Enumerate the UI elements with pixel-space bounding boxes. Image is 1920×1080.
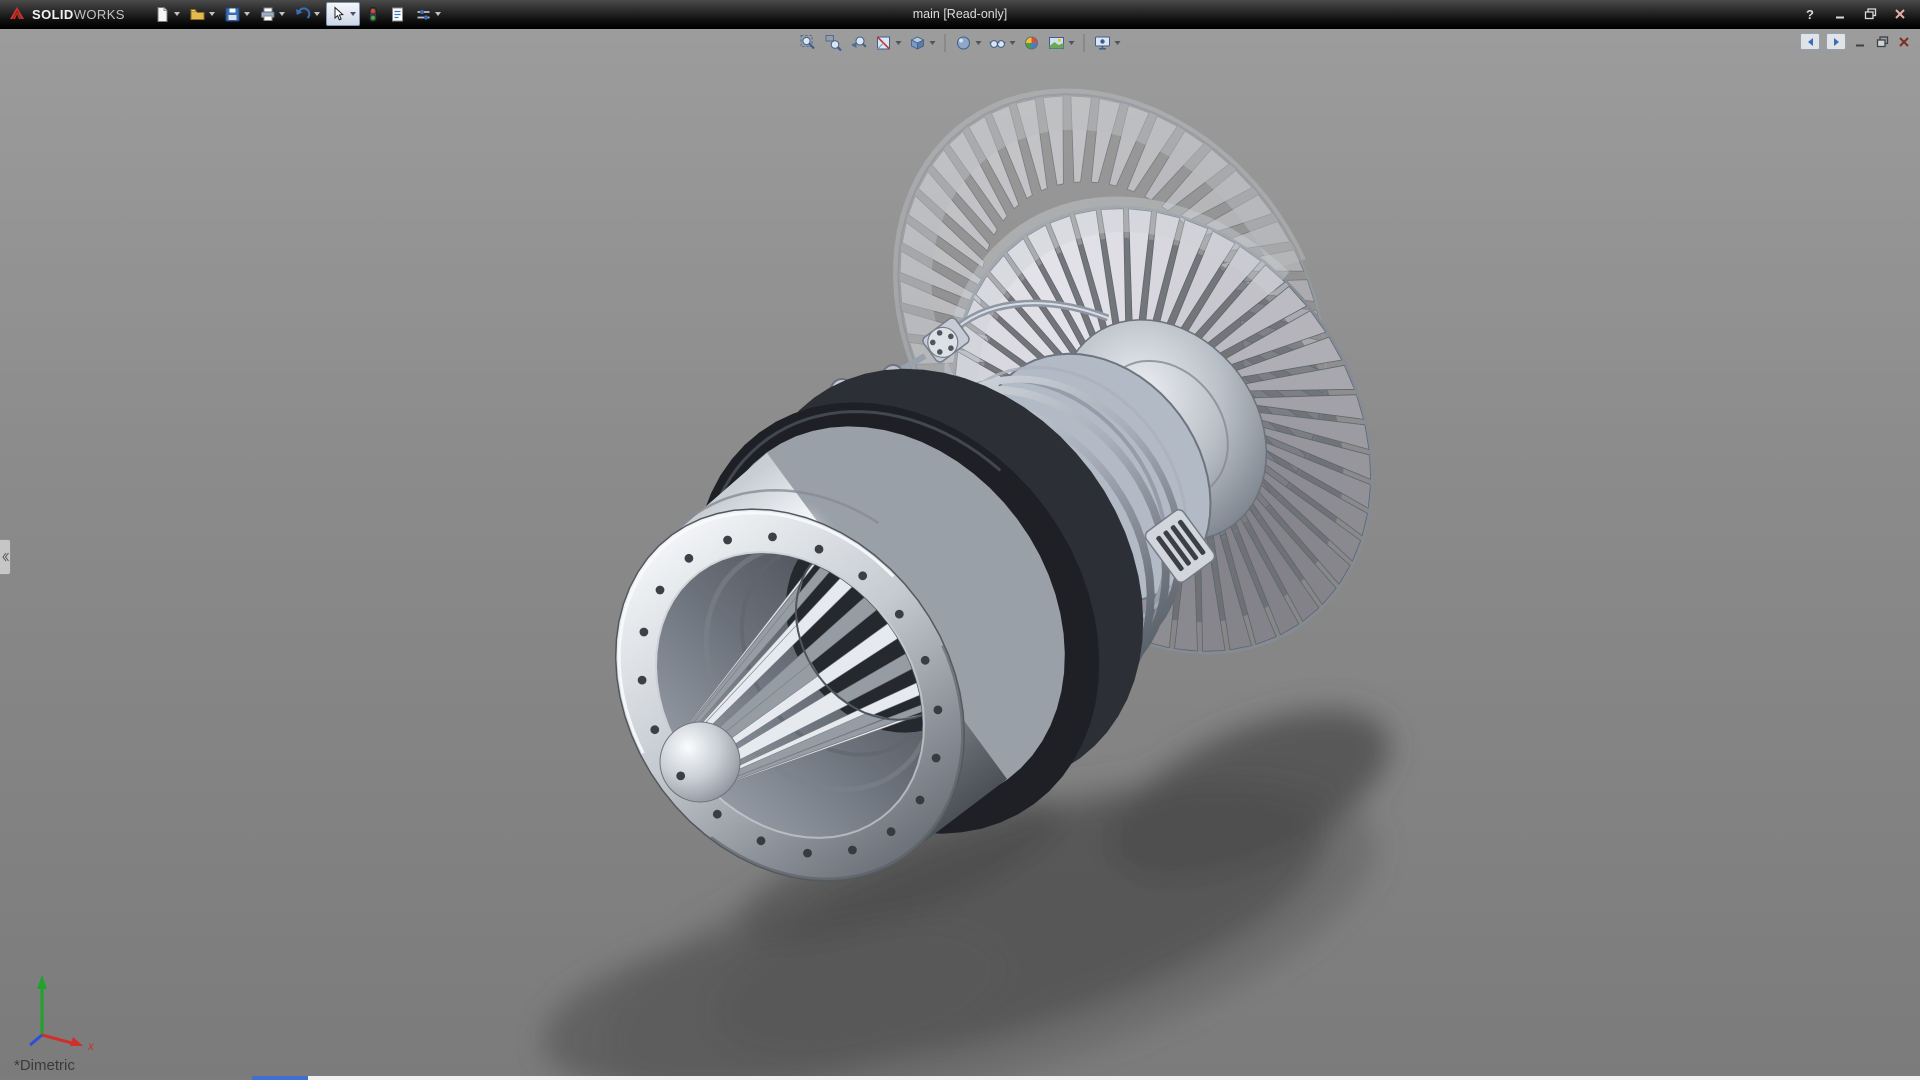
options-sliders-icon xyxy=(415,6,432,23)
file-properties-button[interactable] xyxy=(386,3,409,25)
doc-minimize-button[interactable] xyxy=(1852,34,1868,49)
dropdown-caret-icon xyxy=(1010,41,1016,45)
restore-icon xyxy=(1876,36,1889,48)
dropdown-caret-icon xyxy=(1069,41,1075,45)
dropdown-caret-icon xyxy=(435,12,441,16)
edit-appearance-button[interactable] xyxy=(1021,32,1043,54)
dropdown-caret-icon xyxy=(350,12,356,16)
strip-gray-segment xyxy=(0,1076,252,1080)
dropdown-caret-icon xyxy=(244,12,250,16)
triad-x-arrow-icon xyxy=(70,1037,83,1046)
brand-works: WORKS xyxy=(74,7,125,22)
doc-close-button[interactable] xyxy=(1896,34,1912,49)
view-orientation-cube-icon xyxy=(909,34,927,52)
section-view-button[interactable] xyxy=(873,32,904,54)
viewport-3d[interactable] xyxy=(0,28,1920,1076)
dropdown-caret-icon xyxy=(896,41,902,45)
close-icon xyxy=(1898,36,1910,48)
zoom-to-fit-icon xyxy=(800,34,818,52)
toolbar-separator xyxy=(1084,34,1085,52)
previous-view-icon xyxy=(850,34,868,52)
dropdown-caret-icon xyxy=(1115,41,1121,45)
solidworks-logo: SOLIDWORKS xyxy=(0,5,125,23)
new-document-button[interactable] xyxy=(151,3,183,25)
view-settings-button[interactable] xyxy=(1092,32,1123,54)
close-icon xyxy=(1894,8,1906,20)
apply-scene-button[interactable] xyxy=(1046,32,1077,54)
dropdown-caret-icon xyxy=(174,12,180,16)
titlebar-window-controls: ? xyxy=(1802,6,1920,22)
graphics-area: x *Dimetric xyxy=(0,28,1920,1076)
rebuild-button[interactable] xyxy=(363,3,383,25)
view-orientation-button[interactable] xyxy=(907,32,938,54)
open-folder-icon xyxy=(189,6,206,23)
help-button[interactable]: ? xyxy=(1802,6,1818,22)
new-document-icon xyxy=(154,6,171,23)
undo-icon xyxy=(294,6,311,23)
hide-show-eye-icon xyxy=(989,34,1007,52)
feature-manager-collapse-tab[interactable] xyxy=(0,539,11,575)
expand-right-pane-button[interactable] xyxy=(1826,33,1846,50)
doc-restore-button[interactable] xyxy=(1874,34,1890,49)
restore-icon xyxy=(1864,8,1877,20)
toolbar-separator xyxy=(945,34,946,52)
display-style-icon xyxy=(955,34,973,52)
select-tool-button[interactable] xyxy=(326,2,360,26)
view-settings-icon xyxy=(1094,34,1112,52)
view-orientation-label: *Dimetric xyxy=(14,1057,75,1074)
triad-y-arrow-icon xyxy=(37,975,47,989)
zoom-to-area-button[interactable] xyxy=(823,32,845,54)
options-button[interactable] xyxy=(412,3,444,25)
collapse-pane-arrow-icon xyxy=(2,552,9,562)
strip-white-segment xyxy=(308,1076,1920,1080)
dropdown-caret-icon xyxy=(976,41,982,45)
display-style-button[interactable] xyxy=(953,32,984,54)
headsup-view-toolbar xyxy=(798,32,1123,54)
apply-scene-icon xyxy=(1048,34,1066,52)
dropdown-caret-icon xyxy=(930,41,936,45)
dropdown-caret-icon xyxy=(314,12,320,16)
triad-x-axis xyxy=(42,1035,72,1043)
reference-triad: x xyxy=(12,957,107,1052)
print-button[interactable] xyxy=(256,3,288,25)
strip-blue-segment xyxy=(252,1076,308,1080)
minimize-icon xyxy=(1854,36,1866,48)
close-button[interactable] xyxy=(1892,6,1908,22)
open-document-button[interactable] xyxy=(186,3,218,25)
bottom-edge-strip xyxy=(0,1076,1920,1080)
minimize-button[interactable] xyxy=(1832,6,1848,22)
solidworks-logo-icon xyxy=(8,5,26,23)
triad-x-label: x xyxy=(87,1039,95,1052)
previous-view-button[interactable] xyxy=(848,32,870,54)
help-icon: ? xyxy=(1806,7,1814,22)
undo-button[interactable] xyxy=(291,3,323,25)
hide-show-items-button[interactable] xyxy=(987,32,1018,54)
zoom-to-fit-button[interactable] xyxy=(798,32,820,54)
zoom-to-area-icon xyxy=(825,34,843,52)
collapse-left-pane-button[interactable] xyxy=(1800,33,1820,50)
print-icon xyxy=(259,6,276,23)
section-view-icon xyxy=(875,34,893,52)
save-icon xyxy=(224,6,241,23)
titlebar: SOLIDWORKS xyxy=(0,0,1920,29)
document-window-controls xyxy=(1800,33,1912,50)
select-cursor-icon xyxy=(330,6,347,23)
chevron-right-icon xyxy=(1834,38,1839,46)
edit-appearance-ball-icon xyxy=(1023,34,1041,52)
minimize-icon xyxy=(1834,8,1846,20)
dropdown-caret-icon xyxy=(279,12,285,16)
file-properties-icon xyxy=(389,6,406,23)
main-toolbar xyxy=(151,2,444,26)
restore-button[interactable] xyxy=(1862,6,1878,22)
brand-solid: SOLID xyxy=(32,7,74,22)
triad-z-axis xyxy=(30,1035,42,1045)
brand-text: SOLIDWORKS xyxy=(32,7,125,22)
save-button[interactable] xyxy=(221,3,253,25)
dropdown-caret-icon xyxy=(209,12,215,16)
rebuild-stoplight-icon xyxy=(366,6,380,23)
chevron-left-icon xyxy=(1808,38,1813,46)
document-title: main [Read-only] xyxy=(913,0,1008,28)
